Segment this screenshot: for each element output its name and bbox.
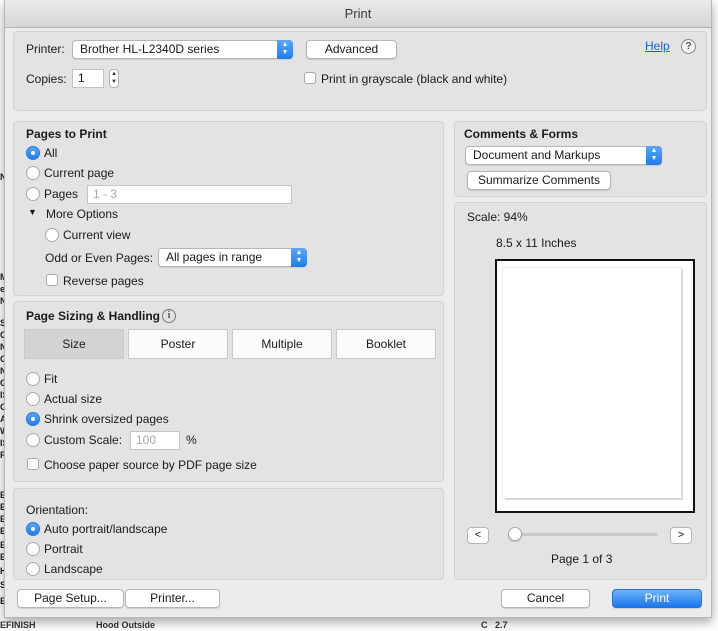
- comments-forms-heading: Comments & Forms: [464, 127, 579, 141]
- print-dialog: Print Printer: Brother HL-L2340D series …: [4, 0, 712, 618]
- background-text: EFINISH: [0, 620, 36, 630]
- radio-fit-label: Fit: [44, 372, 58, 386]
- radio-current-page-label: Current page: [44, 166, 115, 180]
- printer-select[interactable]: Brother HL-L2340D series ▲ ▼: [72, 40, 293, 59]
- paper-source-checkbox[interactable]: [27, 458, 39, 470]
- radio-landscape-label: Landscape: [44, 562, 103, 576]
- background-text: Hood Outside: [96, 620, 155, 630]
- pages-to-print-heading: Pages to Print: [26, 127, 107, 141]
- radio-custom-scale[interactable]: [26, 433, 40, 447]
- window-titlebar: Print: [5, 0, 711, 28]
- radio-shrink-oversized[interactable]: [26, 412, 40, 426]
- orientation-heading: Orientation:: [26, 503, 89, 517]
- reverse-pages-label: Reverse pages: [63, 274, 144, 288]
- odd-even-select-value: All pages in range: [166, 250, 263, 264]
- advanced-button[interactable]: Advanced: [306, 40, 397, 59]
- page-setup-button[interactable]: Page Setup...: [17, 589, 124, 608]
- previous-page-button[interactable]: <: [467, 527, 489, 544]
- tab-multiple[interactable]: Multiple: [232, 329, 332, 359]
- printer-button[interactable]: Printer...: [125, 589, 220, 608]
- radio-landscape[interactable]: [26, 562, 40, 576]
- odd-even-label: Odd or Even Pages:: [45, 251, 154, 265]
- page-slider-knob[interactable]: [508, 527, 522, 541]
- cancel-button[interactable]: Cancel: [501, 589, 590, 608]
- info-icon[interactable]: i: [162, 309, 176, 323]
- radio-pages-label: Pages: [44, 187, 79, 201]
- grayscale-label: Print in grayscale (black and white): [321, 72, 508, 86]
- page-indicator: Page 1 of 3: [551, 552, 613, 566]
- print-button[interactable]: Print: [612, 589, 702, 608]
- percent-label: %: [186, 433, 197, 447]
- radio-auto-orientation[interactable]: [26, 522, 40, 536]
- copies-input[interactable]: 1: [72, 69, 104, 88]
- background-document-footer: EFINISH Hood Outside C 2.7: [0, 618, 718, 631]
- background-text: 2.7: [495, 620, 508, 630]
- radio-current-view[interactable]: [45, 228, 59, 242]
- radio-all[interactable]: [26, 146, 40, 160]
- paper-size-label: 8.5 x 11 Inches: [496, 236, 577, 250]
- radio-portrait[interactable]: [26, 542, 40, 556]
- tab-booklet[interactable]: Booklet: [336, 329, 436, 359]
- window-title: Print: [344, 6, 372, 21]
- radio-actual-size[interactable]: [26, 392, 40, 406]
- scale-readout: Scale: 94%: [467, 210, 528, 224]
- page-preview: [503, 268, 681, 498]
- radio-custom-scale-label: Custom Scale:: [44, 433, 123, 447]
- copies-label: Copies:: [26, 72, 67, 86]
- radio-fit[interactable]: [26, 372, 40, 386]
- page-sizing-heading: Page Sizing & Handling: [26, 309, 161, 323]
- radio-current-page[interactable]: [26, 166, 40, 180]
- page-preview-frame: [495, 259, 695, 513]
- radio-portrait-label: Portrait: [44, 542, 83, 556]
- popup-arrows-icon: ▲ ▼: [291, 248, 307, 267]
- pages-range-input[interactable]: 1 - 3: [87, 185, 292, 204]
- reverse-pages-checkbox[interactable]: [46, 274, 58, 286]
- radio-auto-orientation-label: Auto portrait/landscape: [44, 522, 168, 536]
- radio-current-view-label: Current view: [63, 228, 131, 242]
- comments-forms-select[interactable]: Document and Markups ▲ ▼: [465, 146, 662, 165]
- summarize-comments-button[interactable]: Summarize Comments: [467, 171, 611, 190]
- next-page-button[interactable]: >: [670, 527, 692, 544]
- radio-shrink-oversized-label: Shrink oversized pages: [44, 412, 169, 426]
- comments-forms-select-value: Document and Markups: [473, 148, 601, 162]
- more-options-label[interactable]: More Options: [46, 207, 118, 221]
- help-link[interactable]: Help: [645, 39, 670, 53]
- popup-arrows-icon: ▲ ▼: [277, 40, 293, 59]
- radio-actual-size-label: Actual size: [44, 392, 103, 406]
- odd-even-select[interactable]: All pages in range ▲ ▼: [158, 248, 307, 267]
- help-icon[interactable]: ?: [681, 39, 696, 54]
- custom-scale-input[interactable]: 100: [130, 431, 180, 450]
- grayscale-checkbox[interactable]: [304, 72, 316, 84]
- disclosure-triangle-icon[interactable]: ▼: [28, 207, 37, 217]
- tab-size[interactable]: Size: [24, 329, 124, 359]
- printer-label: Printer:: [26, 42, 65, 56]
- paper-source-label: Choose paper source by PDF page size: [44, 458, 257, 472]
- copies-stepper[interactable]: ▲ ▼: [109, 69, 119, 88]
- tab-poster[interactable]: Poster: [128, 329, 228, 359]
- radio-all-label: All: [44, 146, 58, 160]
- printer-select-value: Brother HL-L2340D series: [80, 42, 220, 56]
- radio-pages[interactable]: [26, 187, 40, 201]
- page-slider-track[interactable]: [511, 533, 658, 536]
- background-text: C: [481, 620, 488, 630]
- popup-arrows-icon: ▲ ▼: [646, 146, 662, 165]
